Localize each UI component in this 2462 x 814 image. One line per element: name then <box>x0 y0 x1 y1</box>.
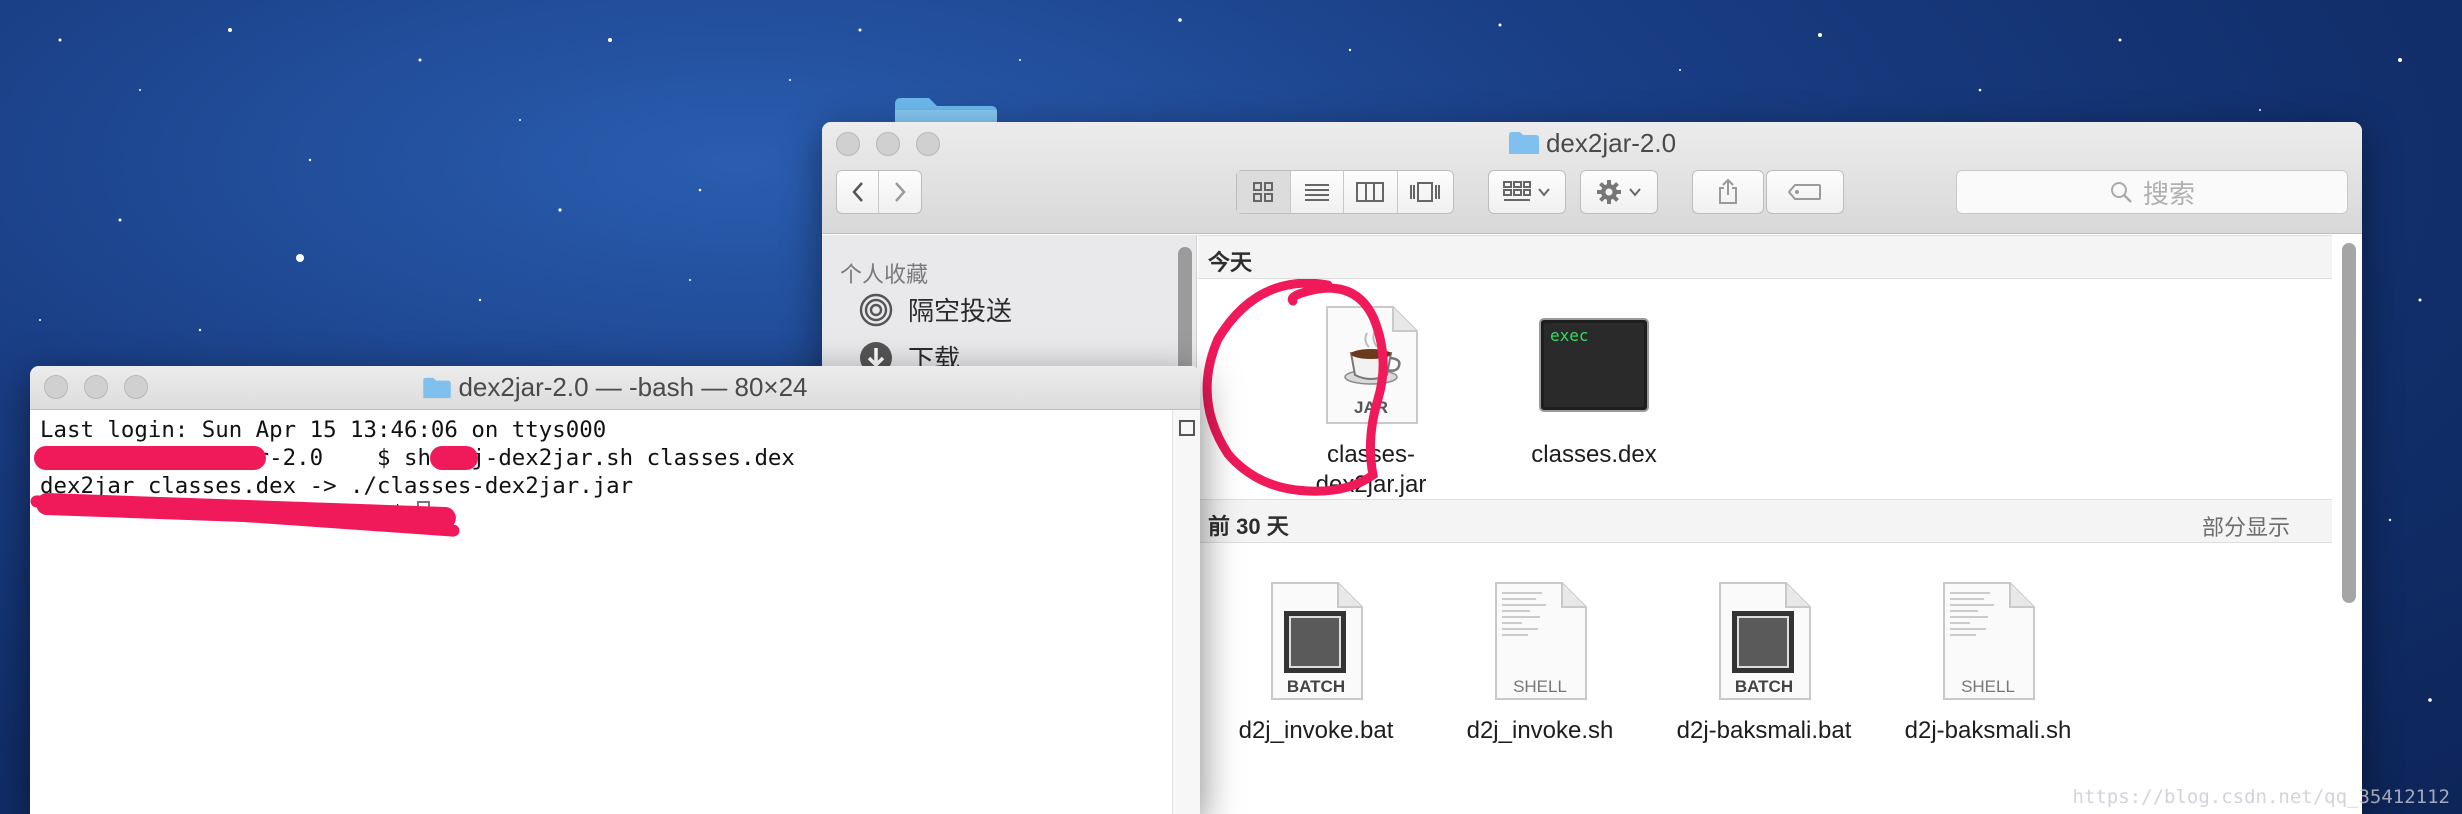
file-name: d2j-baksmali.bat <box>1676 717 1852 744</box>
close-button[interactable] <box>44 375 68 399</box>
icon-view-button[interactable] <box>1237 171 1291 213</box>
nav-buttons <box>836 170 922 214</box>
terminal-title-text: dex2jar-2.0 — -bash — 80×24 <box>458 372 808 402</box>
finder-toolbar: 搜索 <box>836 170 2348 216</box>
shell-badge: SHELL <box>1513 677 1567 696</box>
file-item-bat[interactable]: BATCH d2j-baksmali.bat <box>1654 581 1874 746</box>
terminal-line: dex2jar classes.dex -> ./classes-dex2jar… <box>40 473 634 499</box>
tag-button[interactable] <box>1766 170 1844 214</box>
minimize-button[interactable] <box>84 375 108 399</box>
file-item-sh[interactable]: SHELL d2j-baksmali.sh <box>1878 581 2098 746</box>
section-title: 今天 <box>1208 250 1253 275</box>
arrange-button[interactable] <box>1488 170 1566 214</box>
folder-icon <box>1508 132 1539 154</box>
sidebar-item-label: 隔空投送 <box>908 296 1013 326</box>
watermark: https://blog.csdn.net/qq_35412112 <box>2072 786 2451 808</box>
columns-icon <box>1356 182 1385 202</box>
file-item-sh[interactable]: SHELL d2j_invoke.sh <box>1430 581 1650 746</box>
file-name: classes.dex <box>1531 441 1657 468</box>
airdrop-icon <box>859 293 893 326</box>
sidebar-heading: 个人收藏 <box>840 262 929 287</box>
action-button[interactable] <box>1580 170 1658 214</box>
cover-flow-icon <box>1410 182 1441 202</box>
batch-badge: BATCH <box>1287 677 1345 696</box>
section-title: 前 30 天 <box>1208 514 1289 539</box>
finder-title-text: dex2jar-2.0 <box>1545 128 1677 158</box>
arrange-icon <box>1503 181 1531 201</box>
finder-title: dex2jar-2.0 <box>822 128 2362 159</box>
list-icon <box>1304 184 1329 201</box>
column-view-button[interactable] <box>1344 171 1398 213</box>
file-name: d2j_invoke.sh <box>1466 717 1614 744</box>
terminal-titlebar: dex2jar-2.0 — -bash — 80×24 <box>30 366 1200 410</box>
finder-titlebar: dex2jar-2.0 搜索 <box>822 122 2362 234</box>
file-item-bat[interactable]: BATCH d2j_invoke.bat <box>1206 581 1426 746</box>
exec-badge: exec <box>1550 326 1589 345</box>
chevron-down-icon <box>1538 188 1550 197</box>
exec-file-icon: exec <box>1539 318 1649 412</box>
annotation-circle <box>1202 279 1388 496</box>
shell-file-icon: SHELL <box>1495 582 1587 700</box>
batch-file-icon: BATCH <box>1719 582 1811 700</box>
redaction-mark <box>34 446 266 470</box>
window-controls <box>44 375 148 399</box>
finder-content: 今天 JAR classes- dex2jar.jar exec classes… <box>1198 235 2362 814</box>
search-field[interactable]: 搜索 <box>1956 170 2348 214</box>
chevron-left-icon <box>851 182 863 202</box>
shell-badge: SHELL <box>1961 677 2015 696</box>
cover-flow-button[interactable] <box>1398 171 1453 213</box>
batch-file-icon: BATCH <box>1271 582 1363 700</box>
share-icon <box>1719 179 1737 204</box>
terminal-scrollbar[interactable] <box>1172 410 1200 814</box>
back-button[interactable] <box>837 171 880 213</box>
split-pane-icon[interactable] <box>1179 420 1195 436</box>
tag-icon <box>1788 184 1821 200</box>
gear-icon <box>1597 180 1621 204</box>
folder-icon <box>423 377 452 399</box>
terminal-window: dex2jar-2.0 — -bash — 80×24 Last login: … <box>30 366 1200 814</box>
file-name: d2j_invoke.bat <box>1238 717 1394 744</box>
search-placeholder: 搜索 <box>2142 178 2195 209</box>
content-scrollbar[interactable] <box>2342 243 2356 603</box>
search-icon <box>2110 182 2132 203</box>
show-less-link[interactable]: 部分显示 <box>2202 510 2290 542</box>
redaction-mark <box>430 446 478 470</box>
view-mode-group <box>1236 170 1454 214</box>
file-name: d2j-baksmali.sh <box>1904 717 2072 744</box>
forward-button[interactable] <box>879 171 921 213</box>
grid-icon <box>1253 182 1274 202</box>
section-header-today: 今天 <box>1198 235 2332 279</box>
list-view-button[interactable] <box>1291 171 1344 213</box>
batch-badge: BATCH <box>1735 677 1793 696</box>
share-button[interactable] <box>1692 170 1764 214</box>
section-header-30-days: 前 30 天 部分显示 <box>1198 499 2332 543</box>
file-item-dex[interactable]: exec classes.dex <box>1484 305 1704 470</box>
chevron-right-icon <box>895 182 906 202</box>
shell-file-icon: SHELL <box>1943 582 2035 700</box>
terminal-line: Last login: Sun Apr 15 13:46:06 on ttys0… <box>40 417 607 443</box>
zoom-button[interactable] <box>124 375 148 399</box>
chevron-down-icon <box>1629 188 1641 197</box>
sidebar-item-airdrop[interactable]: 隔空投送 <box>858 291 1012 328</box>
